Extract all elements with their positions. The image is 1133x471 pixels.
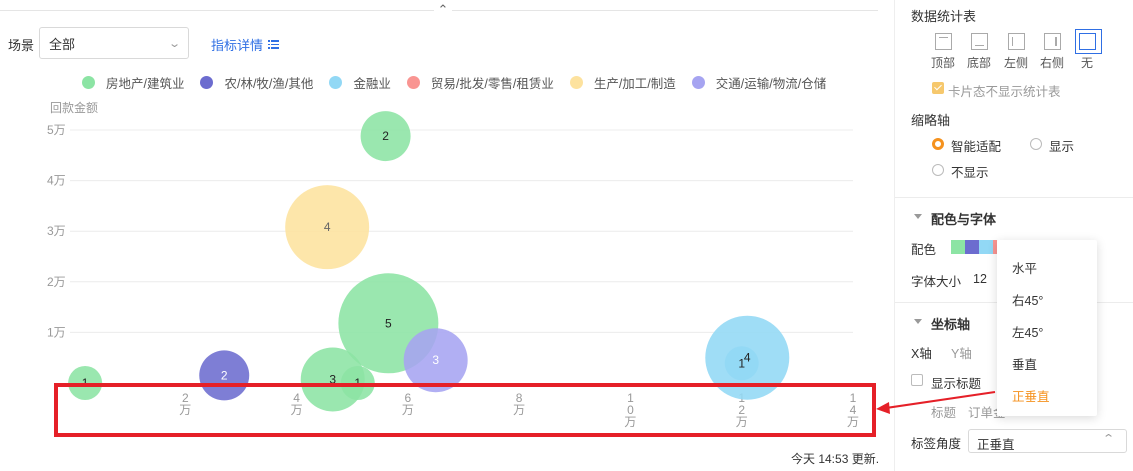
position-right-label: 右侧 [1039,56,1064,70]
x-tick-label: 6万 [402,391,414,417]
position-none-icon [1074,29,1102,54]
x-tick-label: 4万 [291,391,303,417]
x-tick-label: 10万 [624,391,636,429]
color-font-title: 配色与字体 [931,212,997,227]
position-bottom-icon [970,33,988,50]
thumb-hide-radio[interactable] [932,164,944,176]
y-tick-label: 2万 [47,275,66,289]
label-angle-option[interactable]: 左45° [1012,322,1043,341]
y-tick-label: 5万 [47,123,66,137]
chart-card: ⌃ 场景 全部 ⌄ 指标详情 房地产/建筑业 农/林/牧/渔/其他 金融业 贸易/批发… [0,0,894,471]
bubble-label: 1 [354,376,361,390]
position-left-icon [1007,33,1025,50]
axis-title: 坐标轴 [931,317,971,332]
bubble-label: 1 [738,356,745,370]
position-top-option[interactable]: 顶部 [928,31,958,71]
y-tick-label: 1万 [47,325,66,339]
label-angle-value: 正垂直 [977,438,1015,452]
bubble-label: 1 [82,376,89,390]
x-tick-label: 2万 [179,391,191,417]
update-timestamp: 今天 14:53 更新. [791,452,880,466]
position-top-label: 顶部 [930,56,955,70]
label-angle-label: 标签角度 [911,437,962,451]
show-title-checkbox[interactable] [911,374,923,386]
thumb-hide-label: 不显示 [951,166,989,180]
caret-down-icon[interactable] [914,319,922,324]
thumb-auto-radio[interactable] [932,138,944,150]
position-left-option[interactable]: 左侧 [1001,31,1031,71]
position-right-icon [1043,33,1061,50]
position-bottom-label: 底部 [966,56,991,70]
y-tick-label: 3万 [47,224,66,238]
color-label: 配色 [911,243,937,257]
label-angle-dropdown: 水平右45° 左45° 垂直正垂直 [997,240,1097,416]
label-angle-option[interactable]: 垂直 [1012,354,1037,373]
bubble-chart: 回款金额1万2万3万4万5万2万4万6万8万10万12万14万544332211… [47,100,859,429]
title-field-label: 标题 [931,406,957,420]
position-bottom-option[interactable]: 底部 [964,31,994,71]
hide-stats-checkbox[interactable] [932,82,944,94]
label-angle-option[interactable]: 水平 [1012,258,1037,277]
stats-table-title: 数据统计表 [911,9,977,24]
bubble-label: 2 [382,129,389,143]
bubble-label: 3 [432,353,439,367]
label-angle-option[interactable]: 右45° [1012,290,1043,309]
y-axis-title: 回款金额 [50,100,98,115]
position-right-option[interactable]: 右侧 [1037,31,1067,71]
bubble-label: 2 [221,368,228,382]
caret-down-icon[interactable] [914,214,922,219]
thumb-show-label: 显示 [1049,140,1075,154]
chevron-up-icon: ⌃ [1102,433,1116,445]
bubble-label: 4 [324,220,331,234]
position-none-label: 无 [1080,56,1093,70]
y-axis-tab[interactable]: Y轴 [951,343,972,362]
y-tick-label: 4万 [47,174,66,188]
x-tick-label: 14万 [847,391,859,429]
position-top-icon [934,33,952,50]
position-none-option[interactable]: 无 [1072,29,1102,71]
font-size-value[interactable]: 12 [973,272,987,286]
palette-swatch [965,240,979,254]
thumbnail-axis-title: 缩略轴 [911,113,951,128]
label-angle-select[interactable]: 正垂直 ⌃ [968,429,1127,453]
show-title-label: 显示标题 [931,377,982,391]
palette-swatch [951,240,965,254]
hide-stats-label: 卡片态不显示统计表 [948,85,1061,99]
label-angle-option[interactable]: 正垂直 [1012,386,1050,405]
palette-swatch [979,240,993,254]
thumb-show-radio[interactable] [1030,138,1042,150]
thumb-auto-label: 智能适配 [951,140,1002,154]
bubble-label: 3 [329,372,336,386]
x-axis-tab[interactable]: X轴 [911,343,932,362]
position-left-label: 左侧 [1003,56,1028,70]
x-tick-label: 8万 [513,391,525,417]
section-divider [895,197,1133,198]
font-size-label: 字体大小 [911,275,962,289]
bubble-label: 5 [385,316,392,330]
